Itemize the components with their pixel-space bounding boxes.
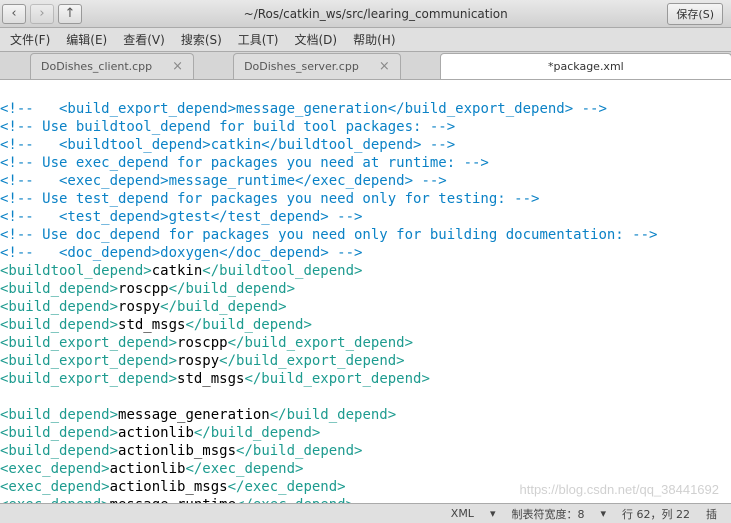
close-icon[interactable]: × [379, 59, 390, 74]
tab-label: DoDishes_server.cpp [244, 60, 359, 73]
menu-search[interactable]: 搜索(S) [173, 28, 230, 51]
nav-forward-button[interactable]: › [30, 4, 54, 24]
code-editor[interactable]: <!-- <build_export_depend>message_genera… [0, 80, 731, 520]
code-line: <build_depend>roscpp</build_depend> [0, 281, 295, 297]
watermark: https://blog.csdn.net/qq_38441692 [520, 482, 720, 497]
chevron-left-icon: ‹ [11, 6, 16, 21]
save-button[interactable]: 保存(S) [667, 3, 723, 25]
arrow-up-icon: ↑ [65, 6, 76, 21]
code-line: <!-- <doc_depend>doxygen</doc_depend> --… [0, 245, 362, 261]
window-title: ~/Ros/catkin_ws/src/learing_communicatio… [84, 7, 667, 21]
nav-up-button[interactable]: ↑ [58, 4, 82, 24]
code-line: <build_depend>message_generation</build_… [0, 407, 396, 423]
status-bar: XML ▾ 制表符宽度：8 ▾ 行 62，列 22 插 [0, 503, 731, 523]
code-line: <exec_depend>actionlib_msgs</exec_depend… [0, 479, 346, 495]
code-line [0, 389, 8, 405]
status-language[interactable]: XML [451, 507, 474, 520]
code-line: <build_depend>actionlib_msgs</build_depe… [0, 443, 362, 459]
tab-package-xml[interactable]: *package.xml [440, 53, 731, 79]
menu-help[interactable]: 帮助(H) [345, 28, 403, 51]
nav-back-button[interactable]: ‹ [2, 4, 26, 24]
tab-label: DoDishes_client.cpp [41, 60, 152, 73]
code-line: <build_depend>actionlib</build_depend> [0, 425, 320, 441]
code-line: <!-- <test_depend>gtest</test_depend> --… [0, 209, 362, 225]
code-line: <build_export_depend>std_msgs</build_exp… [0, 371, 430, 387]
tab-bar: DoDishes_client.cpp × DoDishes_server.cp… [0, 52, 731, 80]
code-line: <!-- Use test_depend for packages you ne… [0, 191, 539, 207]
code-line: <build_export_depend>roscpp</build_expor… [0, 335, 413, 351]
code-line: <buildtool_depend>catkin</buildtool_depe… [0, 263, 362, 279]
code-line: <build_depend>std_msgs</build_depend> [0, 317, 312, 333]
menu-file[interactable]: 文件(F) [2, 28, 58, 51]
status-insert-mode: 插 [706, 506, 717, 522]
code-line: <!-- <exec_depend>message_runtime</exec_… [0, 173, 447, 189]
tab-client[interactable]: DoDishes_client.cpp × [30, 53, 194, 79]
status-cursor-pos: 行 62，列 22 [622, 506, 690, 522]
status-tabwidth[interactable]: 制表符宽度：8 [511, 506, 584, 522]
chevron-right-icon: › [39, 6, 44, 21]
menu-docs[interactable]: 文档(D) [287, 28, 346, 51]
code-line: <!-- <buildtool_depend>catkin</buildtool… [0, 137, 455, 153]
code-line: <!-- Use doc_depend for packages you nee… [0, 227, 657, 243]
tab-label: *package.xml [548, 60, 624, 73]
close-icon[interactable]: × [172, 59, 183, 74]
title-bar: ‹ › ↑ ~/Ros/catkin_ws/src/learing_commun… [0, 0, 731, 28]
code-line: <!-- Use exec_depend for packages you ne… [0, 155, 489, 171]
menu-bar: 文件(F) 编辑(E) 查看(V) 搜索(S) 工具(T) 文档(D) 帮助(H… [0, 28, 731, 52]
code-line: <!-- <build_export_depend>message_genera… [0, 101, 607, 117]
code-line: <exec_depend>actionlib</exec_depend> [0, 461, 303, 477]
dropdown-icon[interactable]: ▾ [600, 507, 606, 520]
code-line: <!-- Use buildtool_depend for build tool… [0, 119, 455, 135]
dropdown-icon[interactable]: ▾ [490, 507, 496, 520]
menu-view[interactable]: 查看(V) [115, 28, 173, 51]
menu-tools[interactable]: 工具(T) [230, 28, 287, 51]
code-line: <build_export_depend>rospy</build_export… [0, 353, 405, 369]
menu-edit[interactable]: 编辑(E) [58, 28, 115, 51]
tab-server[interactable]: DoDishes_server.cpp × [233, 53, 401, 79]
code-line: <build_depend>rospy</build_depend> [0, 299, 287, 315]
